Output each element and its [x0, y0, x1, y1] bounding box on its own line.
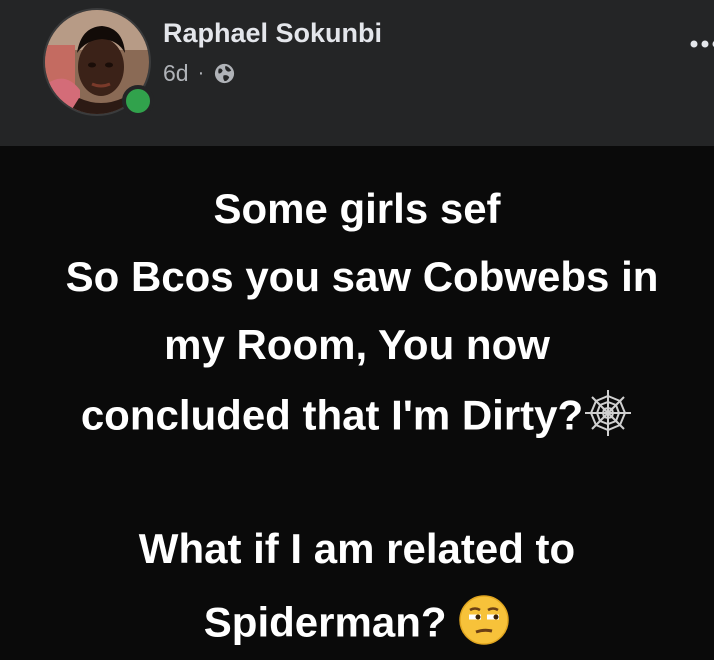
- cobweb-emoji: [583, 388, 633, 449]
- bottom-margin: [0, 660, 720, 670]
- facebook-post: Raphael Sokunbi 6d · Some girls sef So B…: [0, 0, 714, 660]
- post-text-line-2: So Bcos you saw Cobwebs in: [65, 253, 659, 300]
- unamused-face-emoji: [458, 594, 510, 657]
- post-text-line-1: Some girls sef: [213, 185, 501, 232]
- more-options-icon[interactable]: [688, 34, 714, 54]
- post-text-line-4-wrap: concluded that I'm Dirty?: [0, 388, 714, 449]
- author-avatar-wrapper[interactable]: [43, 8, 154, 117]
- post-text-line-6-wrap: Spiderman?: [0, 594, 714, 657]
- post-text-line-5: What if I am related to: [138, 525, 576, 572]
- post-text-background: Some girls sef So Bcos you saw Cobwebs i…: [0, 146, 714, 660]
- online-status-dot: [122, 85, 154, 117]
- post-meta: 6d ·: [163, 58, 236, 88]
- post-text-line-4: concluded that I'm Dirty?: [80, 391, 584, 439]
- post-time[interactable]: 6d: [163, 60, 189, 87]
- post-text-line-6: Spiderman?: [203, 598, 447, 646]
- author-name[interactable]: Raphael Sokunbi: [163, 18, 382, 49]
- globe-icon: [213, 62, 236, 85]
- meta-separator: ·: [197, 61, 205, 84]
- post-text-line-3: my Room, You now: [164, 321, 550, 368]
- right-margin: [714, 0, 720, 670]
- post-header: Raphael Sokunbi 6d ·: [0, 0, 714, 146]
